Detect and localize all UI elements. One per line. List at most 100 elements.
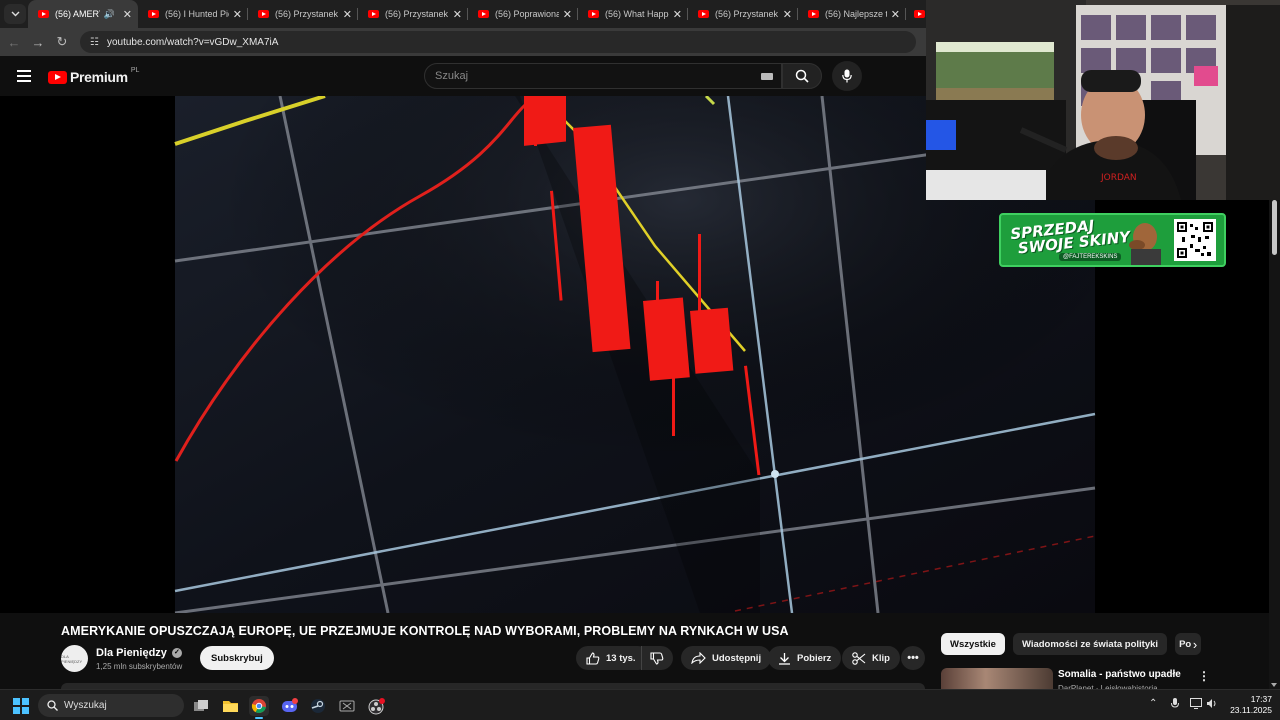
youtube-play-icon (48, 70, 67, 84)
youtube-favicon-icon (588, 10, 599, 18)
close-tab-icon[interactable]: ✕ (233, 8, 242, 21)
network-icon[interactable] (1190, 698, 1202, 712)
youtube-favicon-icon (368, 10, 379, 18)
browser-tab[interactable]: (56) Najlepsze tel ✕ (798, 0, 906, 28)
close-tab-icon[interactable]: ✕ (891, 8, 900, 21)
youtube-favicon-icon (258, 10, 269, 18)
microphone-icon (842, 69, 852, 83)
chip-all[interactable]: Wszystkie (941, 633, 1005, 655)
browser-tab[interactable]: (56) I Hunted Pick ✕ (138, 0, 248, 28)
browser-tab[interactable]: (56) Przystanek Ła ✕ (688, 0, 798, 28)
taskbar-search[interactable]: Wyszukaj (38, 694, 184, 717)
chip-politics-news[interactable]: Wiadomości ze świata polityki (1012, 633, 1168, 655)
youtube-premium-logo[interactable]: Premium PL (48, 67, 139, 85)
search-placeholder: Szukaj (435, 70, 469, 82)
search-button[interactable] (782, 63, 822, 89)
obs-recording-icon[interactable] (366, 696, 386, 716)
channel-avatar[interactable]: DLA PIENIĘDZY (61, 645, 88, 672)
close-tab-icon[interactable]: ✕ (123, 8, 132, 21)
youtube-favicon-icon (148, 10, 159, 18)
search-input[interactable]: Szukaj (424, 63, 782, 89)
scroll-down-arrow-icon[interactable] (1271, 683, 1277, 687)
scissors-icon (852, 651, 866, 665)
logo-text: Premium (70, 69, 128, 85)
browser-tab[interactable]: (56) What Happen ✕ (578, 0, 688, 28)
tab-title: (56) Najlepsze tel (825, 9, 887, 19)
like-button[interactable]: 13 tys. (576, 646, 650, 670)
download-button[interactable]: Pobierz (768, 646, 842, 670)
tab-title: (56) Przystanek Ła (385, 9, 449, 19)
volume-icon[interactable] (1206, 698, 1218, 712)
address-bar[interactable]: ☷ youtube.com/watch?v=vGDw_XMA7iA (80, 31, 916, 53)
back-arrow-icon[interactable]: ← (2, 35, 26, 50)
promo-headline: SPRZEDAJ SWOJE SKINY (1010, 215, 1131, 257)
youtube-favicon-icon (478, 10, 489, 18)
discord-icon[interactable] (279, 696, 299, 716)
download-icon (779, 652, 790, 665)
recommended-video-menu-icon[interactable]: ⋮ (1198, 669, 1210, 683)
keyboard-icon[interactable] (761, 73, 773, 80)
browser-tab-overflow[interactable] (906, 0, 926, 28)
clock-date: 23.11.2025 (1230, 705, 1272, 715)
clip-label: Klip (872, 652, 890, 664)
file-explorer-icon[interactable] (220, 696, 240, 716)
tab-title: (56) AMERYKA (55, 9, 100, 19)
windows-start-icon[interactable] (13, 698, 29, 714)
promo-handle: @FAJTEREKSKINS (1059, 253, 1122, 261)
system-clock[interactable]: 17:37 23.11.2025 (1224, 694, 1272, 716)
voice-search-button[interactable] (832, 61, 862, 91)
forward-arrow-icon[interactable]: → (26, 35, 50, 50)
recommendation-filter-chips: Wszystkie Wiadomości ze świata polityki … (941, 633, 1202, 655)
close-tab-icon[interactable]: ✕ (783, 8, 792, 21)
close-tab-icon[interactable]: ✕ (453, 8, 462, 21)
scrollbar-thumb[interactable] (1272, 200, 1277, 255)
youtube-favicon-icon (914, 10, 925, 18)
site-settings-icon[interactable]: ☷ (90, 37, 99, 48)
recommended-video-title[interactable]: Somalia - państwo upadłe (1058, 669, 1181, 680)
recommended-video-thumbnail[interactable] (941, 668, 1053, 689)
task-view-icon[interactable] (191, 696, 211, 716)
page-scrollbar[interactable] (1269, 200, 1280, 689)
reload-icon[interactable]: ↻ (50, 34, 74, 50)
speaker-icon[interactable]: 🔊 (104, 9, 115, 20)
browser-toolbar: ← → ↻ ☷ youtube.com/watch?v=vGDw_XMA7iA (0, 28, 926, 56)
tab-title: (56) I Hunted Pick (165, 9, 229, 19)
xbox-app-icon[interactable] (337, 696, 357, 716)
dislike-button[interactable] (641, 646, 673, 670)
verified-badge-icon: ✓ (171, 648, 182, 658)
browser-tab-strip: (56) AMERYKA 🔊 ✕ (56) I Hunted Pick ✕ (5… (0, 0, 926, 28)
subscribe-button[interactable]: Subskrybuj (200, 646, 274, 670)
hamburger-menu-icon[interactable] (17, 70, 31, 82)
close-tab-icon[interactable]: ✕ (673, 8, 682, 21)
browser-tab[interactable]: (56) Przystanek Ła ✕ (358, 0, 468, 28)
svg-text:JORDAN: JORDAN (1100, 173, 1137, 183)
watch-metadata: AMERYKANIE OPUSZCZAJĄ EUROPĘ, UE PRZEJMU… (0, 613, 1280, 689)
chrome-icon[interactable] (249, 696, 269, 716)
share-button[interactable]: Udostępnij (681, 646, 772, 670)
show-hidden-icons-chevron-icon[interactable]: ⌃ (1149, 698, 1157, 709)
search-icon (795, 69, 809, 83)
tray-microphone-icon[interactable] (1171, 698, 1179, 712)
steam-icon[interactable] (308, 696, 328, 716)
thumbs-up-icon (586, 651, 600, 665)
youtube-favicon-icon (808, 10, 819, 18)
webcam-image: JORDAN (926, 0, 1280, 200)
clip-button[interactable]: Klip (842, 646, 900, 670)
tab-search-button[interactable] (4, 4, 26, 24)
channel-name-row[interactable]: Dla Pieniędzy ✓ (96, 647, 182, 659)
close-tab-icon[interactable]: ✕ (563, 8, 572, 21)
channel-name[interactable]: Dla Pieniędzy (96, 647, 167, 659)
close-tab-icon[interactable]: ✕ (343, 8, 352, 21)
thumbs-down-icon (650, 651, 664, 665)
share-label: Udostępnij (712, 652, 762, 664)
browser-tab-active[interactable]: (56) AMERYKA 🔊 ✕ (28, 0, 138, 28)
browser-tab[interactable]: (56) Poprawiona w ✕ (468, 0, 578, 28)
chevron-right-icon[interactable]: › (1184, 633, 1206, 655)
download-label: Pobierz (797, 652, 832, 664)
taskbar-search-placeholder: Wyszukaj (64, 700, 107, 711)
share-icon (691, 652, 706, 664)
more-actions-icon[interactable]: ••• (901, 646, 925, 670)
url-text: youtube.com/watch?v=vGDw_XMA7iA (106, 36, 279, 48)
browser-tab[interactable]: (56) Przystanek Ła ✕ (248, 0, 358, 28)
subscriber-count: 1,25 mln subskrybentów (96, 662, 183, 671)
